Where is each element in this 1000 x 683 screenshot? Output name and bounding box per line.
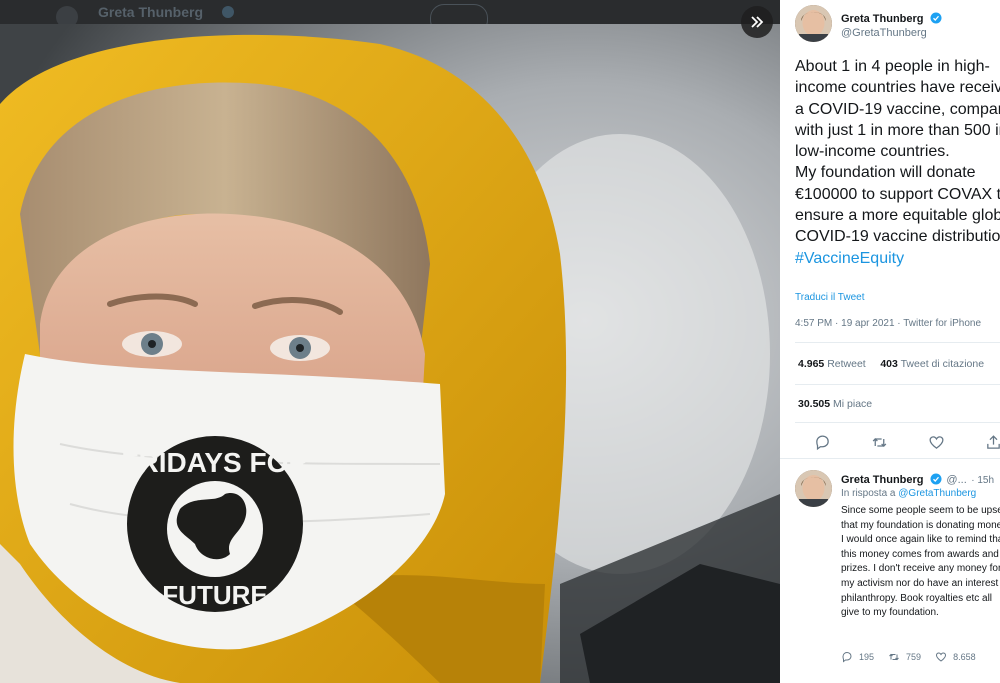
retweets-label: Retweet (827, 358, 866, 370)
author-handle[interactable]: @GretaThunberg (841, 27, 942, 39)
verified-badge-icon (930, 473, 942, 485)
tweet-text: About 1 in 4 people in high-income count… (795, 58, 1000, 246)
reply-actions: 195 759 8.658 (841, 651, 990, 663)
tweet-actions (814, 432, 1000, 452)
retweet-icon (872, 437, 887, 447)
quotes-label: Tweet di citazione (900, 358, 985, 370)
quotes-stat[interactable]: 403 Tweet di citazione (880, 358, 984, 370)
likes-stat[interactable]: 30.505 Mi piace (798, 398, 872, 410)
tweet-body: About 1 in 4 people in high-income count… (795, 56, 1000, 269)
reply-retweet-button[interactable]: 759 (888, 651, 921, 663)
tweet-photo[interactable]: FRIDAYS FOR FUTURE (0, 24, 780, 683)
dimmed-author-name: Greta Thunberg (98, 4, 204, 20)
reply-author-name[interactable]: Greta Thunberg (841, 474, 924, 486)
logo-text-bottom: FUTURE (162, 580, 267, 610)
reply-text: Since some people seem to be upset that … (841, 505, 1000, 619)
collapse-panel-button[interactable] (741, 6, 773, 38)
reply-reply-button[interactable]: 195 (841, 651, 874, 663)
heart-icon (929, 435, 944, 449)
retweet-button[interactable] (871, 432, 928, 452)
author-avatar[interactable] (795, 5, 832, 42)
author-photo (795, 5, 832, 42)
reply-author-avatar[interactable] (795, 470, 832, 507)
media-viewer: Greta Thunberg FRIDAYS FOR FUTURE (0, 0, 780, 683)
retweets-stat[interactable]: 4.965 Retweet (798, 358, 866, 370)
hashtag-link[interactable]: #VaccineEquity (795, 250, 904, 267)
verified-badge-icon (930, 12, 942, 24)
divider (795, 422, 1000, 423)
divider (795, 384, 1000, 385)
reply-button[interactable] (814, 432, 871, 452)
in-reply-prefix: In risposta a (841, 488, 896, 499)
in-reply-to: In risposta a @GretaThunberg (841, 488, 976, 499)
author-info[interactable]: Greta Thunberg @GretaThunberg (841, 9, 942, 39)
translate-tweet-link[interactable]: Traduci il Tweet (795, 292, 864, 303)
share-button[interactable] (985, 432, 1000, 452)
reply-time[interactable]: · 15h (971, 475, 994, 486)
like-button[interactable] (928, 432, 985, 452)
heart-icon (936, 652, 947, 662)
quotes-count: 403 (880, 358, 898, 370)
reply-author-handle[interactable]: @... (946, 474, 966, 486)
tweet-timestamp[interactable]: 4:57 PM · 19 apr 2021 · Twitter for iPho… (795, 318, 981, 329)
reply-like-button[interactable]: 8.658 (935, 651, 976, 663)
author-name[interactable]: Greta Thunberg (841, 13, 924, 25)
tweet-stats: 4.965 Retweet 403 Tweet di citazione (798, 358, 984, 370)
retweets-count: 4.965 (798, 358, 825, 370)
reply-likes-count: 8.658 (953, 652, 976, 662)
dimmed-tweet-header: Greta Thunberg (0, 0, 780, 24)
in-reply-mention[interactable]: @GretaThunberg (898, 488, 976, 499)
reply-author-photo (795, 470, 832, 507)
likes-label: Mi piace (833, 398, 873, 410)
retweet-icon (889, 653, 899, 661)
dimmed-follow-button (430, 4, 488, 24)
reply-retweets-count: 759 (906, 652, 922, 662)
share-icon (987, 434, 1000, 449)
reply-replies-count: 195 (859, 652, 875, 662)
reply-header: Greta Thunberg @... · 15h (841, 470, 994, 488)
divider (795, 342, 1000, 343)
reply-icon (816, 434, 829, 450)
tweet-detail-panel: Greta Thunberg @GretaThunberg About 1 in… (780, 0, 1000, 683)
logo-text-top: FRIDAYS FOR (121, 447, 308, 478)
dimmed-verified-icon (222, 6, 234, 18)
likes-count: 30.505 (798, 398, 831, 410)
reply-tweet[interactable]: Greta Thunberg @... · 15h In risposta a … (780, 458, 1000, 683)
dimmed-avatar (56, 6, 78, 24)
reply-icon (842, 651, 852, 663)
chevron-double-right-icon (751, 16, 764, 28)
